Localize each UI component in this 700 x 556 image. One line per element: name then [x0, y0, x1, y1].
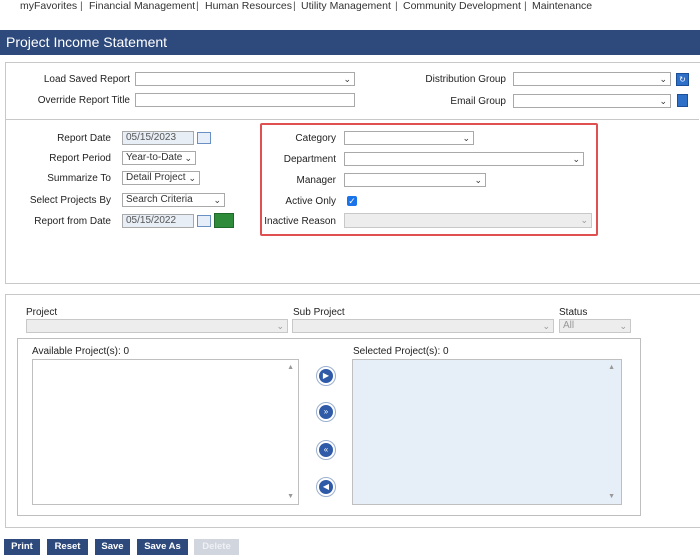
nav-human-resources[interactable]: Human Resources	[205, 0, 292, 12]
chevron-down-icon: ⌄	[188, 173, 196, 183]
nav-separator: |	[293, 0, 296, 12]
reset-button[interactable]: Reset	[47, 539, 88, 555]
select-projects-by-label: Select Projects By	[29, 195, 111, 206]
page-title-bar: Project Income Statement	[0, 30, 700, 55]
print-button[interactable]: Print	[4, 539, 40, 555]
move-all-right-button[interactable]: »	[316, 402, 336, 422]
chevron-down-icon: ⌄	[276, 321, 284, 331]
nav-maintenance[interactable]: Maintenance	[532, 0, 592, 12]
nav-separator: |	[196, 0, 199, 12]
status-value: All	[563, 320, 575, 331]
report-period-select[interactable]: Year-to-Date ⌄	[122, 151, 196, 165]
scroll-up-icon[interactable]: ▲	[287, 364, 294, 371]
delete-button[interactable]: Delete	[194, 539, 239, 555]
scroll-down-icon[interactable]: ▼	[608, 493, 615, 500]
summarize-to-select[interactable]: Detail Project ⌄	[122, 171, 200, 185]
status-label: Status	[559, 307, 588, 318]
available-projects-label: Available Project(s): 0	[32, 346, 130, 357]
chevron-down-icon: ⌄	[213, 195, 221, 205]
select-projects-by-select[interactable]: Search Criteria ⌄	[122, 193, 225, 207]
distribution-group-label: Distribution Group	[425, 74, 506, 85]
distribution-refresh-icon[interactable]: ↻	[676, 73, 689, 86]
chevron-down-icon: ⌄	[184, 153, 192, 163]
arrow-right-icon: ▶	[319, 369, 333, 383]
section-divider	[5, 119, 699, 120]
summarize-to-label: Summarize To	[47, 173, 111, 184]
email-group-select[interactable]: ⌄	[513, 94, 671, 108]
nav-financial-management[interactable]: Financial Management	[89, 0, 195, 12]
chevron-down-icon: ⌄	[474, 175, 482, 185]
project-select[interactable]: ⌄	[26, 319, 288, 333]
nav-utility-management[interactable]: Utility Management	[301, 0, 391, 12]
selected-projects-list[interactable]: ▲ ▼	[352, 359, 622, 505]
load-saved-report-label: Load Saved Report	[43, 74, 130, 85]
arrow-left-icon: ◀	[319, 480, 333, 494]
report-period-value: Year-to-Date	[126, 152, 183, 163]
double-arrow-left-icon: «	[319, 443, 333, 457]
move-left-button[interactable]: ◀	[316, 477, 336, 497]
override-report-title-label: Override Report Title	[37, 95, 130, 106]
available-projects-list[interactable]: ▲ ▼	[32, 359, 299, 505]
nav-myfavorites[interactable]: myFavorites	[20, 0, 77, 12]
report-date-label: Report Date	[57, 133, 111, 144]
department-select[interactable]: ⌄	[344, 152, 584, 166]
nav-community-development[interactable]: Community Development	[403, 0, 521, 12]
active-only-checkbox[interactable]: ✓	[347, 196, 357, 206]
manager-label: Manager	[296, 175, 336, 186]
chevron-down-icon: ⌄	[580, 215, 588, 225]
move-right-button[interactable]: ▶	[316, 366, 336, 386]
chevron-down-icon: ⌄	[572, 154, 580, 164]
nav-separator: |	[80, 0, 83, 12]
inactive-reason-label: Inactive Reason	[264, 216, 336, 227]
manager-select[interactable]: ⌄	[344, 173, 486, 187]
fiscal-calendar-icon[interactable]	[214, 213, 234, 228]
load-saved-report-select[interactable]: ⌄	[135, 72, 355, 86]
chevron-down-icon: ⌄	[659, 96, 667, 106]
selected-projects-label: Selected Project(s): 0	[353, 346, 449, 357]
report-period-label: Report Period	[49, 153, 111, 164]
summarize-to-value: Detail Project	[126, 172, 186, 183]
page-title: Project Income Statement	[6, 34, 168, 50]
report-from-date-input[interactable]: 05/15/2022	[122, 214, 194, 228]
scroll-down-icon[interactable]: ▼	[287, 493, 294, 500]
project-label: Project	[26, 307, 58, 318]
email-group-label: Email Group	[450, 96, 506, 107]
category-select[interactable]: ⌄	[344, 131, 474, 145]
inactive-reason-select[interactable]: ⌄	[344, 213, 592, 228]
sub-project-label: Sub Project	[293, 307, 345, 318]
chevron-down-icon: ⌄	[659, 74, 667, 84]
active-only-label: Active Only	[285, 196, 336, 207]
save-as-button[interactable]: Save As	[137, 539, 188, 555]
calendar-icon[interactable]	[197, 215, 211, 227]
chevron-down-icon: ⌄	[542, 321, 550, 331]
status-select[interactable]: All ⌄	[559, 319, 631, 333]
distribution-group-select[interactable]: ⌄	[513, 72, 671, 86]
calendar-icon[interactable]	[197, 132, 211, 144]
move-all-left-button[interactable]: «	[316, 440, 336, 460]
top-navigation: myFavorites | Financial Management | Hum…	[0, 0, 700, 14]
department-label: Department	[283, 154, 336, 165]
address-book-icon[interactable]	[677, 94, 688, 107]
report-date-input[interactable]: 05/15/2023	[122, 131, 194, 145]
save-button[interactable]: Save	[95, 539, 130, 555]
chevron-down-icon: ⌄	[619, 321, 627, 331]
override-report-title-input[interactable]	[135, 93, 355, 107]
nav-separator: |	[524, 0, 527, 12]
select-projects-by-value: Search Criteria	[126, 194, 193, 205]
double-arrow-right-icon: »	[319, 405, 333, 419]
nav-separator: |	[395, 0, 398, 12]
chevron-down-icon: ⌄	[462, 133, 470, 143]
category-label: Category	[295, 133, 336, 144]
scroll-up-icon[interactable]: ▲	[608, 364, 615, 371]
report-from-date-label: Report from Date	[34, 216, 111, 227]
chevron-down-icon: ⌄	[343, 74, 351, 84]
sub-project-select[interactable]: ⌄	[292, 319, 554, 333]
